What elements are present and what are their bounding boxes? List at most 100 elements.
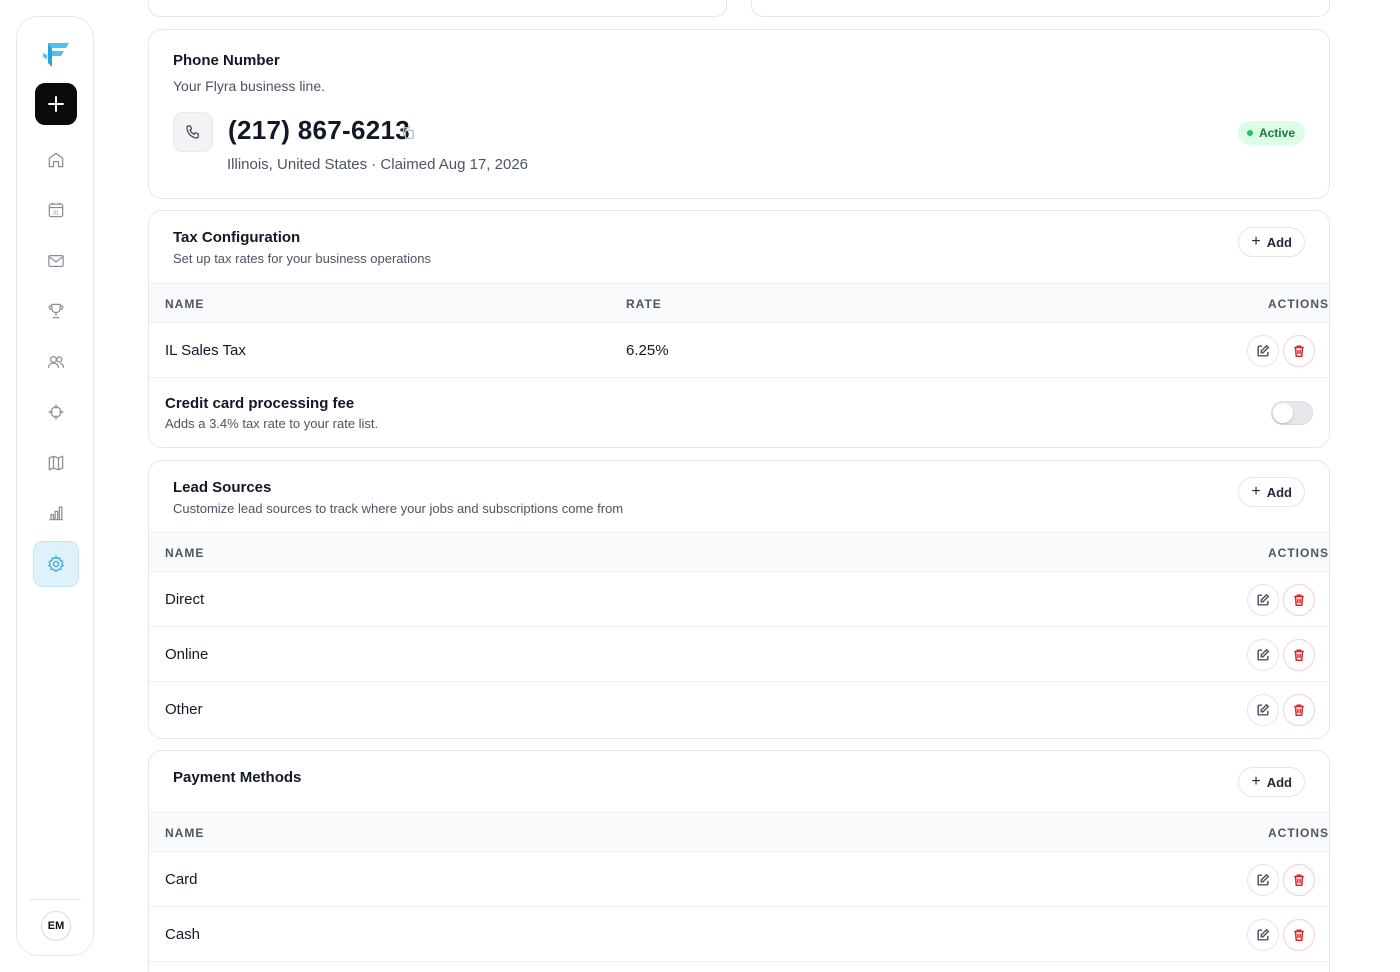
edit-icon [1257, 593, 1270, 606]
lead-source-name: Online [165, 646, 209, 663]
copy-icon[interactable] [401, 126, 415, 140]
trophy-icon [48, 303, 64, 319]
trash-icon [1294, 704, 1304, 716]
edit-button[interactable] [1247, 584, 1279, 616]
tax-card-title: Tax Configuration [173, 229, 301, 246]
nav-mail[interactable] [33, 238, 79, 284]
edit-button[interactable] [1247, 919, 1279, 951]
column-actions: ACTIONS [1268, 297, 1329, 311]
status-badge: Active [1237, 121, 1305, 145]
column-actions: ACTIONS [1268, 826, 1329, 840]
delete-button[interactable] [1283, 639, 1315, 671]
edit-button[interactable] [1247, 335, 1279, 367]
nav-targets[interactable] [33, 389, 79, 435]
sidebar-divider [29, 899, 81, 900]
column-name: NAME [165, 297, 205, 311]
edit-button[interactable] [1247, 864, 1279, 896]
crosshair-icon [48, 404, 64, 420]
phone-card-title: Phone Number [173, 52, 280, 69]
trash-icon [1294, 649, 1304, 661]
add-tax-label: Add [1266, 234, 1292, 250]
table-row: Online [149, 627, 1329, 682]
tax-name: IL Sales Tax [165, 342, 246, 359]
fee-description: Adds a 3.4% tax rate to your rate list. [165, 416, 379, 431]
payment-method-name: Cash [165, 926, 201, 943]
table-row: IL Sales Tax 6.25% [149, 323, 1329, 378]
phone-icon-tile [173, 112, 213, 152]
phone-icon [186, 125, 199, 139]
previous-card-left [148, 0, 727, 17]
phone-number: (217) 867-6213 [228, 115, 410, 145]
nav-reports[interactable] [33, 490, 79, 536]
column-rate: RATE [626, 297, 662, 311]
table-row: Card [149, 852, 1329, 907]
payment-method-name: Card [165, 871, 198, 888]
table-row: Cash [149, 907, 1329, 962]
fee-toggle[interactable] [1271, 401, 1313, 425]
row-actions [1247, 335, 1315, 367]
delete-button[interactable] [1283, 584, 1315, 616]
table-row: Other [149, 682, 1329, 737]
lead-card-title: Lead Sources [173, 479, 272, 496]
add-tax-button[interactable]: + Add [1238, 227, 1305, 257]
settings-icon [48, 555, 64, 573]
phone-number-card: Phone Number Your Flyra business line. (… [148, 29, 1330, 199]
edit-icon [1257, 703, 1270, 716]
home-icon [48, 152, 64, 168]
users-icon [47, 355, 65, 368]
delete-button[interactable] [1283, 919, 1315, 951]
payment-card-title: Payment Methods [173, 769, 302, 786]
status-label: Active [1258, 126, 1295, 140]
edit-icon [1257, 873, 1270, 886]
nav-map[interactable] [33, 440, 79, 486]
sidebar: 31 EM [16, 16, 94, 956]
trash-icon [1294, 345, 1304, 357]
tax-card-subtitle: Set up tax rates for your business opera… [173, 251, 431, 266]
phone-card-subtitle: Your Flyra business line. [173, 78, 326, 94]
add-payment-label: Add [1266, 774, 1292, 790]
avatar[interactable]: EM [41, 911, 71, 941]
payment-table-header: NAME ACTIONS [149, 812, 1329, 852]
bar-chart-icon [49, 506, 63, 521]
new-button[interactable] [35, 83, 77, 125]
nav-settings[interactable] [33, 541, 79, 587]
row-actions [1247, 639, 1315, 671]
lead-card-subtitle: Customize lead sources to track where yo… [173, 501, 624, 516]
lead-source-name: Direct [165, 591, 205, 608]
add-payment-method-button[interactable]: + Add [1238, 767, 1305, 797]
add-lead-source-button[interactable]: + Add [1238, 477, 1305, 507]
row-actions [1247, 584, 1315, 616]
edit-button[interactable] [1247, 694, 1279, 726]
svg-text:31: 31 [53, 211, 59, 217]
delete-button[interactable] [1283, 864, 1315, 896]
trash-icon [1294, 874, 1304, 886]
trash-icon [1294, 929, 1304, 941]
mail-icon [48, 254, 64, 268]
add-lead-label: Add [1266, 484, 1292, 500]
nav-calendar[interactable]: 31 [33, 187, 79, 233]
delete-button[interactable] [1283, 694, 1315, 726]
delete-button[interactable] [1283, 335, 1315, 367]
nav-trophy[interactable] [33, 288, 79, 334]
row-actions [1247, 919, 1315, 951]
plus-icon: + [1251, 483, 1261, 500]
plus-icon: + [1251, 233, 1261, 250]
edit-icon [1257, 344, 1270, 357]
edit-button[interactable] [1247, 639, 1279, 671]
fee-title: Credit card processing fee [165, 395, 355, 412]
tax-rate: 6.25% [626, 342, 669, 359]
column-name: NAME [165, 546, 205, 560]
nav-home[interactable] [33, 137, 79, 183]
edit-icon [1257, 648, 1270, 661]
lead-source-name: Other [165, 701, 203, 718]
row-actions [1247, 864, 1315, 896]
lead-sources-card: Lead Sources Customize lead sources to t… [148, 460, 1330, 739]
map-icon [48, 455, 64, 471]
toggle-knob [1273, 403, 1293, 423]
previous-card-right [751, 0, 1330, 17]
edit-icon [1257, 928, 1270, 941]
status-dot [1246, 130, 1253, 136]
nav-users[interactable] [33, 339, 79, 385]
flyra-logo[interactable] [39, 37, 73, 71]
plus-icon: + [1251, 773, 1261, 790]
